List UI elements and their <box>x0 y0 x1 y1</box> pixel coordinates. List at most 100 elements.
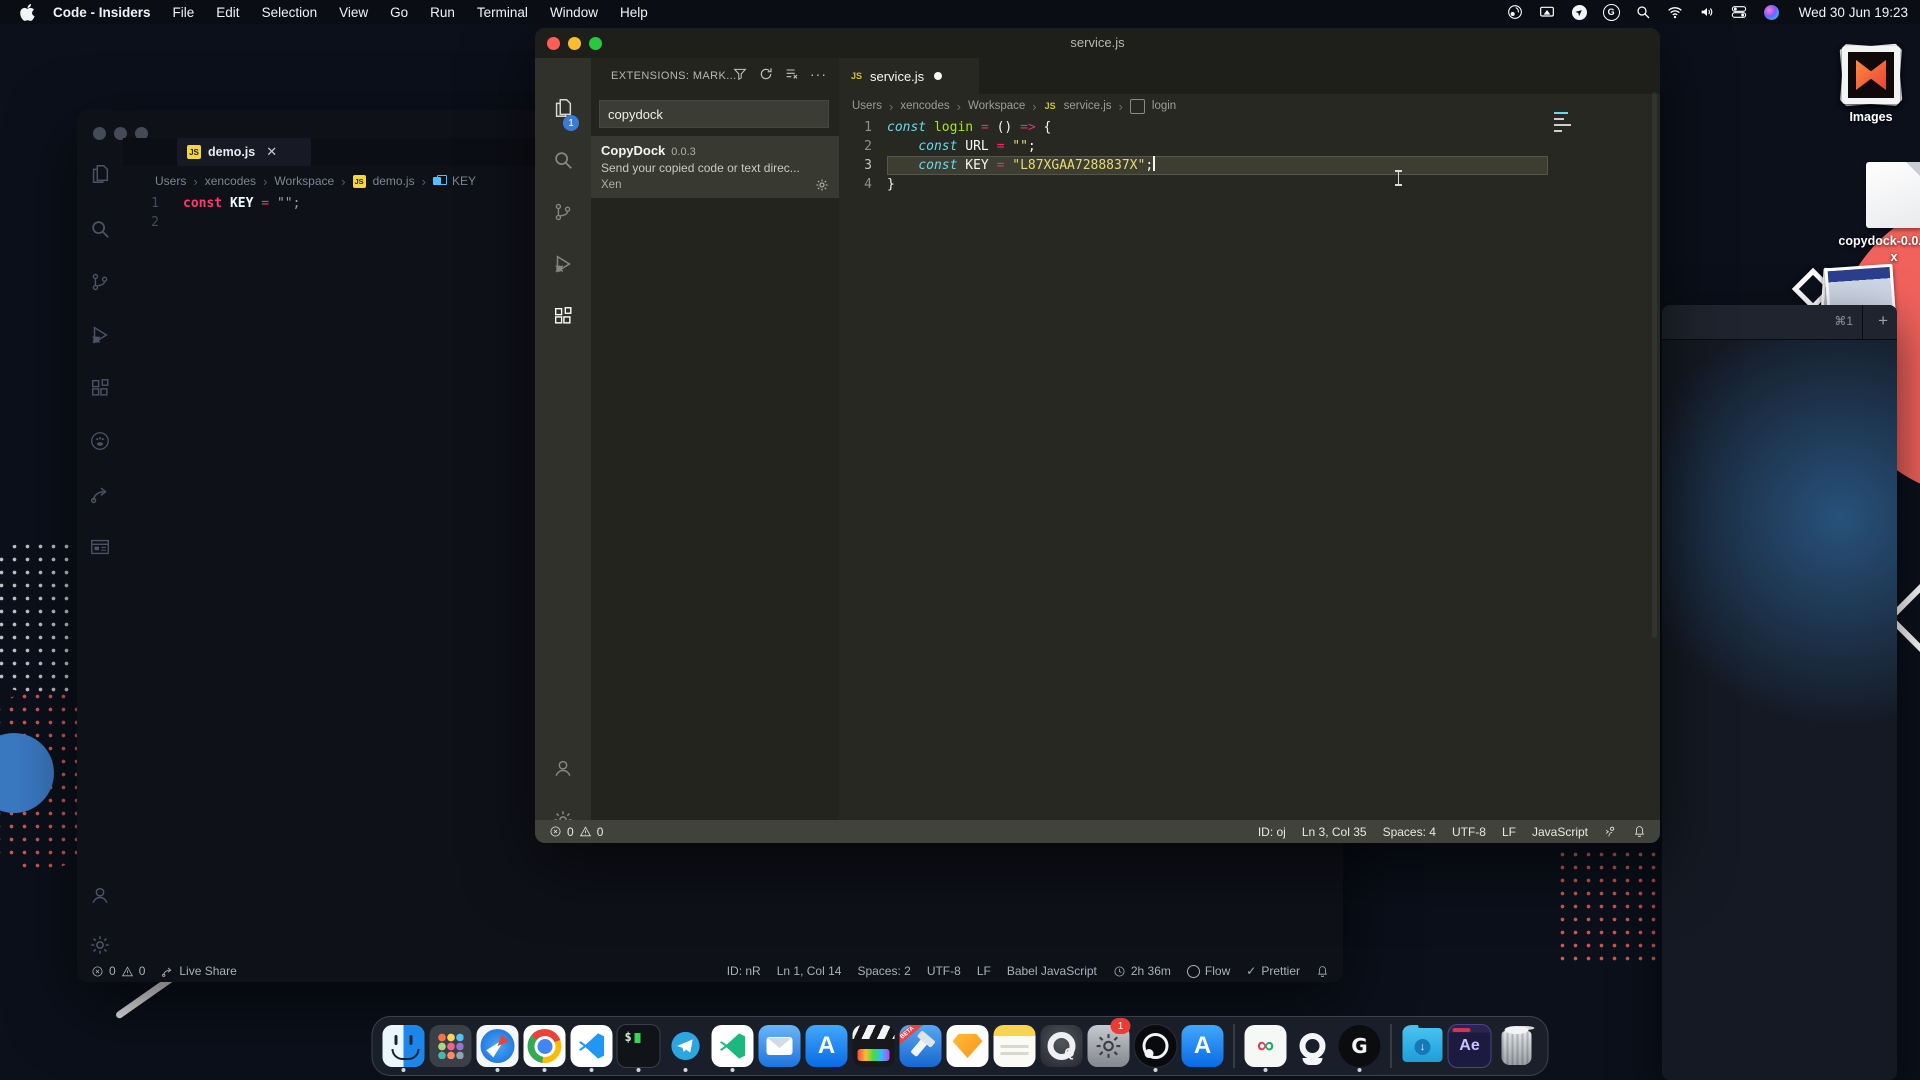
extension-list-item-copydock[interactable]: CopyDock 0.0.3 Send your copied code or t… <box>591 136 839 198</box>
g-hub-icon[interactable]: G <box>1602 3 1620 21</box>
dock-telegram-icon[interactable] <box>664 1020 708 1072</box>
tab-close-icon[interactable]: ✕ <box>266 144 277 160</box>
language-mode[interactable]: Babel JavaScript <box>1007 964 1097 978</box>
screen-mirroring-icon[interactable] <box>1539 4 1556 21</box>
cursor-position[interactable]: Ln 1, Col 14 <box>777 964 842 978</box>
dock-vscode-insiders-icon[interactable] <box>711 1020 755 1072</box>
menu-item-file[interactable]: File <box>173 5 195 20</box>
debug-icon[interactable] <box>552 253 574 275</box>
account-icon[interactable] <box>552 757 574 779</box>
session-id[interactable]: ID: nR <box>727 964 761 978</box>
breadcrumb-item[interactable]: Users <box>155 174 186 188</box>
paw-extension-icon[interactable] <box>89 430 111 452</box>
breadcrumb[interactable]: Users › xencodes › Workspace › JS demo.js › KEY <box>155 170 476 192</box>
dock-app-store-icon[interactable]: A <box>805 1020 849 1072</box>
code-line[interactable]: 1 const login = () => { <box>839 118 1548 137</box>
dock-sketch-icon[interactable] <box>946 1020 990 1072</box>
menu-item-help[interactable]: Help <box>620 5 648 20</box>
tab-demo-js[interactable]: JS demo.js ✕ <box>177 138 311 166</box>
code-line[interactable]: 3 const KEY = "L87XGAA7288837X"; <box>839 156 1548 175</box>
encoding[interactable]: UTF-8 <box>1452 825 1486 839</box>
new-tab-button[interactable]: + <box>1878 311 1888 331</box>
prettier-status[interactable]: ✓ Prettier <box>1246 964 1300 978</box>
encoding[interactable]: UTF-8 <box>927 964 961 978</box>
browser-preview-icon[interactable] <box>89 536 111 558</box>
title-bar[interactable]: service.js <box>535 28 1660 58</box>
breadcrumb-item[interactable]: service.js <box>1064 100 1112 112</box>
dock-terminal-icon[interactable]: $ <box>616 1020 661 1072</box>
errors-indicator[interactable]: 0 0 <box>91 964 145 978</box>
dock-after-effects-folder-icon[interactable]: Ae <box>1447 1020 1492 1072</box>
indentation[interactable]: Spaces: 2 <box>857 964 910 978</box>
dock-mail-icon[interactable] <box>758 1020 802 1072</box>
wifi-icon[interactable] <box>1667 4 1684 21</box>
dock-finder-icon[interactable] <box>382 1020 426 1072</box>
breadcrumb-item[interactable]: demo.js <box>373 174 415 188</box>
errors-indicator[interactable]: 0 0 <box>549 825 603 839</box>
account-icon[interactable] <box>89 884 111 906</box>
debug-icon[interactable] <box>89 324 111 346</box>
code-line[interactable]: 2 const URL = ""; <box>839 137 1548 156</box>
menu-item-view[interactable]: View <box>339 5 368 20</box>
search-icon[interactable] <box>552 149 574 171</box>
modified-dot[interactable] <box>934 72 943 80</box>
extension-settings-gear-icon[interactable] <box>815 178 829 192</box>
dock-final-cut-pro-icon[interactable] <box>852 1020 896 1072</box>
extensions-icon[interactable] <box>552 305 574 327</box>
terminal-body[interactable] <box>1662 340 1897 1080</box>
breadcrumb-item[interactable]: Workspace <box>968 100 1025 112</box>
extensions-search-input[interactable]: copydock <box>599 100 829 128</box>
code-editor[interactable]: 1 const login = () => {2 const URL = ""; 3… <box>839 118 1548 194</box>
extensions-icon[interactable] <box>89 377 111 399</box>
dock-logitech-g-hub-icon[interactable]: G <box>1338 1020 1382 1072</box>
dock-quicktime-icon[interactable]: Q <box>1040 1020 1084 1072</box>
live-share-status[interactable]: Live Share <box>161 964 237 978</box>
breadcrumb[interactable]: Users › xencodes › Workspace › JS service.js › lo… <box>852 96 1176 116</box>
clear-all-icon[interactable] <box>784 66 800 82</box>
breadcrumb-item[interactable]: xencodes <box>205 174 256 188</box>
source-control-icon[interactable] <box>552 201 574 223</box>
session-id[interactable]: ID: oj <box>1258 825 1286 839</box>
dock-obs-icon[interactable] <box>1133 1020 1178 1072</box>
language-mode[interactable]: JavaScript <box>1532 825 1588 839</box>
dock-loop-app-icon[interactable]: ∞ <box>1244 1020 1288 1072</box>
menu-item-window[interactable]: Window <box>550 5 598 20</box>
cursor-position[interactable]: Ln 3, Col 35 <box>1302 825 1367 839</box>
dock-xcode-beta-icon[interactable]: BETA <box>899 1020 943 1072</box>
dock-app-store-2-icon[interactable]: A <box>1181 1020 1225 1072</box>
siri-icon[interactable] <box>1763 4 1780 21</box>
more-actions-icon[interactable]: ··· <box>810 66 827 82</box>
indentation[interactable]: Spaces: 4 <box>1383 825 1436 839</box>
live-share-icon[interactable] <box>1604 825 1617 838</box>
search-icon[interactable] <box>89 218 111 240</box>
dock-launchpad-icon[interactable] <box>429 1020 473 1072</box>
session-time[interactable]: 2h 36m <box>1113 964 1171 978</box>
menu-item-run[interactable]: Run <box>430 5 455 20</box>
dock-vscode-icon[interactable] <box>570 1020 614 1072</box>
filter-icon[interactable] <box>732 66 748 82</box>
dock-safari-icon[interactable] <box>476 1020 520 1072</box>
desktop-icon-copydock-vsix[interactable]: copydock-0.0.1.vsix <box>1836 162 1920 265</box>
menu-bar-clock[interactable]: Wed 30 Jun 19:23 <box>1799 5 1908 20</box>
dock-trash-icon[interactable] <box>1495 1020 1539 1072</box>
breadcrumb-item[interactable]: Users <box>852 100 882 112</box>
dock-downloads-folder-icon[interactable]: ↓ <box>1401 1020 1445 1072</box>
settings-gear-icon[interactable] <box>89 934 111 956</box>
tab-service-js[interactable]: JS service.js <box>839 58 979 94</box>
refresh-icon[interactable] <box>758 66 774 82</box>
menu-item-selection[interactable]: Selection <box>262 5 318 20</box>
bell-icon[interactable] <box>1316 965 1329 978</box>
breadcrumb-item[interactable]: login <box>1152 100 1176 112</box>
breadcrumb-item[interactable]: KEY <box>452 174 476 188</box>
location-icon[interactable]: ➤ <box>1568 1 1590 23</box>
menu-item-go[interactable]: Go <box>390 5 408 20</box>
dock-webcam-app-icon[interactable] <box>1291 1020 1335 1072</box>
scrollbar[interactable] <box>1652 92 1657 638</box>
minimap[interactable] <box>1554 112 1578 136</box>
dock-notes-icon[interactable] <box>993 1020 1037 1072</box>
breadcrumb-item[interactable]: xencodes <box>900 100 949 112</box>
code-line[interactable]: 4} <box>839 175 1548 194</box>
menu-item-edit[interactable]: Edit <box>216 5 239 20</box>
eol[interactable]: LF <box>977 964 991 978</box>
apple-logo-icon[interactable] <box>20 4 35 21</box>
